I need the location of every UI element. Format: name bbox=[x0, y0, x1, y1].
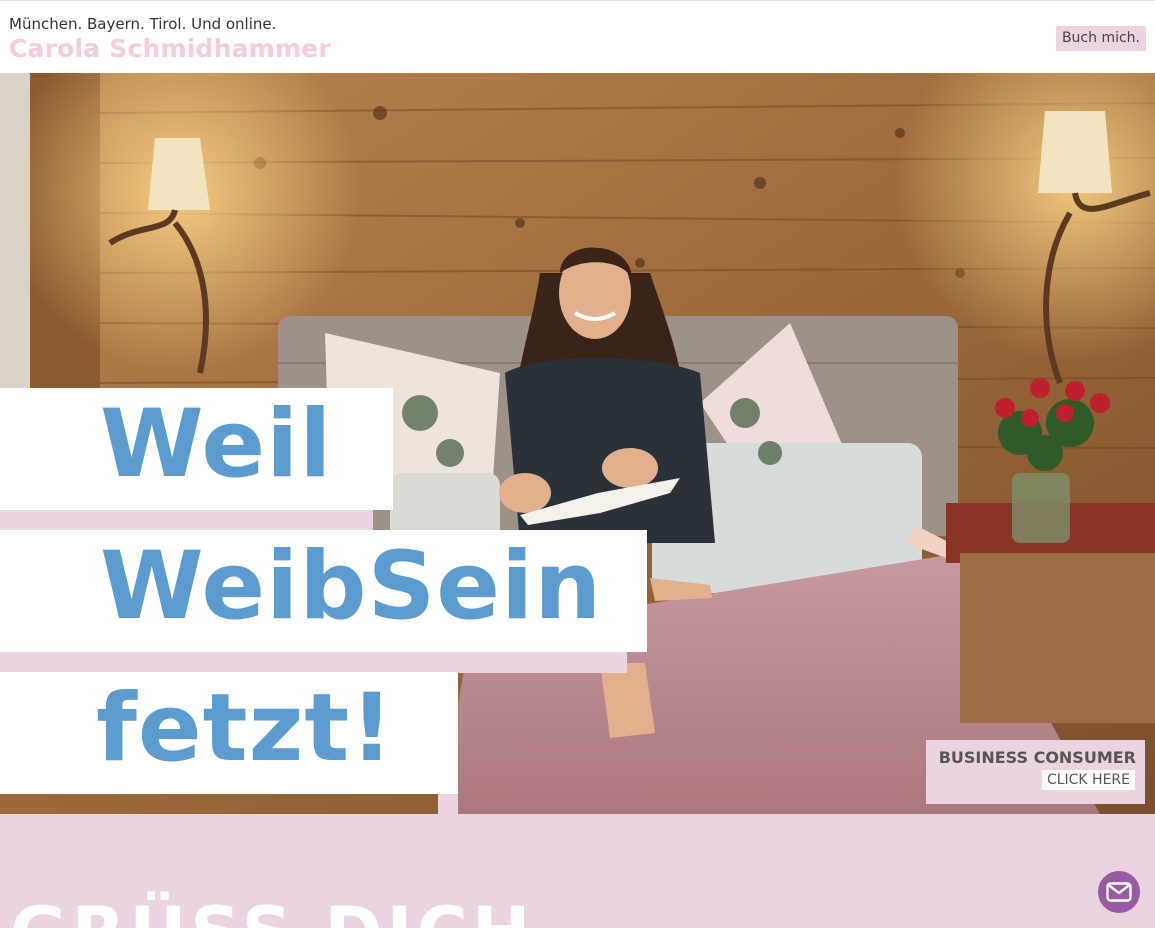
contact-mail-button[interactable] bbox=[1095, 868, 1143, 916]
headline-shadow bbox=[0, 509, 373, 531]
book-me-button[interactable]: Buch mich. bbox=[1055, 26, 1146, 51]
headline-line-2: WeibSein bbox=[0, 530, 647, 652]
envelope-icon bbox=[1106, 882, 1132, 902]
headline-text: fetzt! bbox=[96, 674, 395, 783]
brand-logo[interactable]: Carola Schmidhammer bbox=[9, 34, 331, 63]
header-tagline: München. Bayern. Tirol. Und online. bbox=[9, 15, 277, 33]
headline-text: Weil bbox=[100, 390, 333, 499]
headline-line-1: Weil bbox=[0, 388, 393, 510]
site-header: München. Bayern. Tirol. Und online. Caro… bbox=[0, 0, 1155, 73]
headline-shadow bbox=[0, 651, 627, 673]
greeting-section: GRÜSS DICH bbox=[0, 814, 1155, 928]
audience-title: BUSINESS CONSUMER bbox=[938, 748, 1136, 767]
headline-shadow bbox=[438, 793, 458, 814]
headline-line-3: fetzt! bbox=[0, 672, 458, 794]
click-here-link[interactable]: CLICK HERE bbox=[1041, 770, 1135, 790]
audience-switch-box: BUSINESS CONSUMER CLICK HERE bbox=[926, 740, 1145, 804]
greeting-heading: GRÜSS DICH bbox=[10, 892, 534, 928]
headline-text: WeibSein bbox=[100, 532, 603, 641]
